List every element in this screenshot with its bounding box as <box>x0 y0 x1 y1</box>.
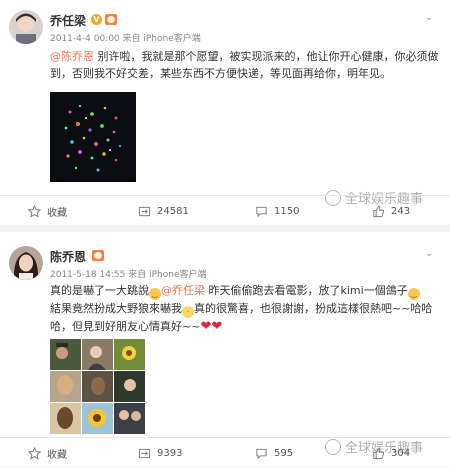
weibo-post-2: 陈乔恩 2011-5-18 14:55 来自 iPhone客户端 ⌄ 真的是嚇了… <box>0 232 450 467</box>
favorite-label: 收藏 <box>47 207 67 219</box>
favorite-button[interactable]: 收藏 <box>28 438 67 468</box>
repost-button[interactable]: 24581 <box>138 196 189 226</box>
weibo-post-1: 乔任梁 V 2011-4-4 00:00 来自 iPhone客户端 ⌄ @陈乔恩… <box>0 0 450 225</box>
cry-emoji-icon: · <box>182 306 194 318</box>
post-text-line: @陈乔恩 别许啦，我就是那个愿望，被实现派来的，他让你开心健康，你必须做 <box>50 48 446 65</box>
laugh-emoji-icon: ‿ <box>407 288 420 300</box>
thumbs-up-icon <box>373 205 385 217</box>
comment-count: 595 <box>274 447 294 459</box>
repost-icon <box>138 206 151 216</box>
comment-button[interactable]: 595 <box>255 438 293 468</box>
username[interactable]: 陈乔恩 <box>50 248 86 265</box>
post-text-line: 到，否则我不好交差，某些东西不方便快递，等见面再给你，明年见。 <box>50 65 446 82</box>
post-text-segment: 到，否则我不好交差，某些东西不方便快递，等见面再给你，明年见。 <box>50 67 391 80</box>
image-collage[interactable] <box>50 339 145 434</box>
like-button[interactable]: 304 <box>372 438 410 468</box>
post-text: @陈乔恩 别许啦，我就是那个愿望，被实现派来的，他让你开心健康，你必须做 到，否… <box>50 48 446 82</box>
thumbs-up-icon <box>373 447 385 459</box>
laugh-emoji-icon: ‿ <box>149 288 161 300</box>
star-icon <box>28 446 41 460</box>
comment-icon <box>256 448 267 459</box>
post-text-segment: 真的很驚喜，也很謝謝，扮成這樣很熱吧~~哈哈 <box>194 302 433 315</box>
verified-icon: V <box>91 14 102 25</box>
chevron-down-icon[interactable]: ⌄ <box>425 12 433 23</box>
post-image[interactable] <box>50 92 136 182</box>
mention-link[interactable]: @乔任梁 <box>161 284 205 297</box>
like-count: 243 <box>391 205 411 217</box>
post-meta: 2011-4-4 00:00 来自 iPhone客户端 <box>50 34 201 44</box>
level-icon <box>105 14 117 25</box>
heart-emoji-icon: ❤❤ <box>200 319 223 334</box>
mention-link[interactable]: @陈乔恩 <box>50 50 94 63</box>
post-text-segment: 哈，但見到好朋友心情真好~~ <box>50 320 201 333</box>
post-text-line: 哈，但見到好朋友心情真好~~❤❤ <box>50 318 446 335</box>
post-text-line: 真的是嚇了一大跳說 ‿ @乔任梁 昨天偷偷跑去看電影，放了kimi一個鴿子 ‿ <box>50 282 446 300</box>
post-text-segment: 真的是嚇了一大跳說 <box>50 284 149 297</box>
comment-count: 1150 <box>274 205 300 217</box>
favorite-button[interactable]: 收藏 <box>28 196 67 226</box>
repost-button[interactable]: 9393 <box>138 438 182 468</box>
favorite-label: 收藏 <box>47 449 67 461</box>
repost-count: 24581 <box>157 205 189 217</box>
avatar[interactable] <box>9 246 43 280</box>
comment-icon <box>256 206 267 217</box>
repost-count: 9393 <box>157 447 183 459</box>
like-button[interactable]: 243 <box>372 196 410 226</box>
post-toolbar: 收藏 24581 1150 243 <box>0 195 450 226</box>
post-text-segment: 結果竟然扮成大野狼來嚇我 <box>50 302 182 315</box>
level-icon <box>92 250 104 261</box>
repost-icon <box>138 448 151 458</box>
username[interactable]: 乔任梁 <box>50 12 86 29</box>
comment-button[interactable]: 1150 <box>255 196 299 226</box>
post-text: 真的是嚇了一大跳說 ‿ @乔任梁 昨天偷偷跑去看電影，放了kimi一個鴿子 ‿ 結果竟… <box>50 282 446 335</box>
like-count: 304 <box>391 447 411 459</box>
avatar[interactable] <box>9 10 43 44</box>
post-meta: 2011-5-18 14:55 来自 iPhone客户端 <box>50 270 207 280</box>
post-text-segment: 昨天偷偷跑去看電影，放了kimi一個鴿子 <box>205 284 408 297</box>
chevron-down-icon[interactable]: ⌄ <box>425 248 433 259</box>
post-text-segment: 别许啦，我就是那个愿望，被实现派来的，他让你开心健康，你必须做 <box>94 50 439 63</box>
post-toolbar: 收藏 9393 595 304 <box>0 437 450 468</box>
post-text-line: 結果竟然扮成大野狼來嚇我 · 真的很驚喜，也很謝謝，扮成這樣很熱吧~~哈哈 <box>50 300 446 318</box>
star-icon <box>28 204 41 218</box>
